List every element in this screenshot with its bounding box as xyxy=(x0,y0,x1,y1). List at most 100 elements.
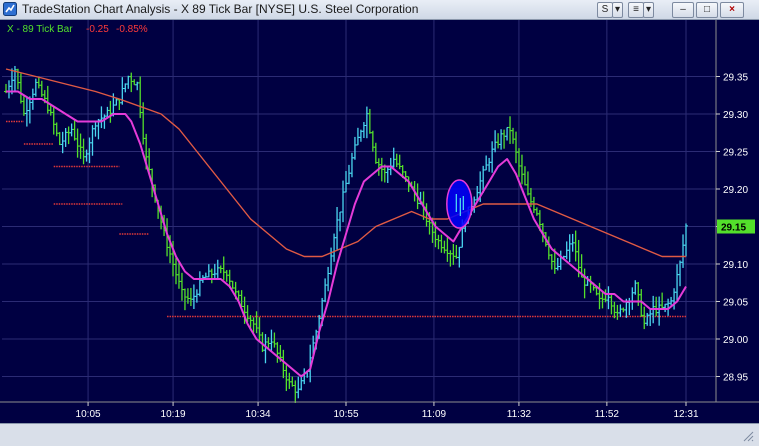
up-bar xyxy=(338,211,343,232)
x-tick-label: 11:09 xyxy=(422,409,447,420)
up-bar xyxy=(123,83,128,93)
down-bar xyxy=(176,262,181,289)
up-bar xyxy=(633,280,638,295)
chart-area[interactable]: 29.35 29.30 29.25 29.20 29.15 29.10 29.05 29.00… xyxy=(0,20,759,442)
up-bar xyxy=(93,121,98,137)
title-bar[interactable]: TradeStation Chart Analysis - X 89 Tick … xyxy=(0,0,759,20)
up-bar xyxy=(349,152,354,178)
down-bar xyxy=(174,257,178,285)
down-bar xyxy=(54,122,59,137)
down-bar xyxy=(534,207,539,216)
down-bar xyxy=(451,244,456,265)
up-bar xyxy=(341,180,346,223)
down-bar xyxy=(612,301,617,319)
up-bar xyxy=(296,376,301,399)
up-bar xyxy=(391,147,396,168)
down-bar xyxy=(514,131,518,164)
down-bar xyxy=(519,154,524,185)
down-bar xyxy=(272,332,277,348)
y-tick-label: 29.10 xyxy=(723,260,748,271)
down-bar xyxy=(573,230,578,262)
up-bar xyxy=(215,259,220,280)
y-tick-label: 29.25 xyxy=(723,148,748,159)
resize-grip-icon[interactable] xyxy=(742,430,754,442)
highlight-ellipse xyxy=(446,179,473,229)
down-bar xyxy=(442,240,447,254)
up-bar xyxy=(630,287,635,310)
highlight-group xyxy=(446,179,473,229)
down-bar xyxy=(511,127,516,144)
down-bar xyxy=(609,294,614,315)
down-bar xyxy=(45,85,50,114)
up-bar xyxy=(558,250,563,270)
status-bar xyxy=(0,423,759,446)
chart-window: TradeStation Chart Analysis - X 89 Tick … xyxy=(0,0,759,446)
down-bar xyxy=(51,106,56,135)
style-button[interactable]: S xyxy=(597,2,613,18)
up-bar xyxy=(675,264,680,303)
hide-dropdown-icon[interactable]: ▾ xyxy=(643,2,654,18)
up-bar xyxy=(361,122,366,138)
down-bar xyxy=(117,99,122,111)
down-bar xyxy=(370,130,375,152)
up-bar xyxy=(493,130,498,153)
down-bar xyxy=(78,133,83,159)
down-bar xyxy=(57,132,62,146)
legend-change: -0.25 xyxy=(86,24,109,35)
up-bar xyxy=(499,129,504,150)
down-bar xyxy=(287,372,292,389)
time-axis-background xyxy=(0,403,759,422)
down-bar xyxy=(72,119,77,141)
window-title: TradeStation Chart Analysis - X 89 Tick … xyxy=(22,2,419,16)
up-bar xyxy=(663,303,668,313)
up-bar xyxy=(197,271,202,297)
up-bar xyxy=(326,266,331,292)
down-bar xyxy=(502,129,507,149)
x-tick-label: 10:19 xyxy=(161,409,186,420)
legend: X - 89 Tick Bar -0.25 -0.85% xyxy=(7,24,148,35)
down-bar xyxy=(179,272,184,301)
down-bar xyxy=(182,288,187,311)
down-bar xyxy=(496,133,501,149)
hide-icon[interactable]: ≡ xyxy=(628,2,644,18)
y-tick-label: 29.35 xyxy=(723,73,748,84)
up-bar xyxy=(335,206,340,250)
y-tick-label: 29.20 xyxy=(723,185,748,196)
minimize-button[interactable]: – xyxy=(672,2,694,18)
app-icon xyxy=(3,2,17,16)
down-bar xyxy=(522,166,527,186)
down-bar xyxy=(531,196,536,214)
up-bar xyxy=(24,97,29,127)
x-tick-label: 12:31 xyxy=(673,409,698,420)
down-bar xyxy=(642,306,647,330)
up-bar xyxy=(269,329,274,352)
legend-change-pct: -0.85% xyxy=(116,24,148,35)
down-bar xyxy=(436,234,441,250)
down-bar xyxy=(224,270,229,282)
x-tick-label: 11:52 xyxy=(595,409,620,420)
price-chart[interactable]: 29.35 29.30 29.25 29.20 29.15 29.10 29.05 29.00… xyxy=(0,20,759,422)
up-bar xyxy=(126,75,131,89)
up-bar xyxy=(60,131,65,154)
down-bar xyxy=(525,171,530,196)
down-bar xyxy=(108,100,113,123)
maximize-button[interactable]: □ xyxy=(696,2,718,18)
up-bar xyxy=(194,289,199,303)
down-bar xyxy=(508,116,513,144)
style-dropdown-icon[interactable]: ▾ xyxy=(612,2,623,18)
down-bar xyxy=(75,128,80,158)
up-bar xyxy=(484,155,489,171)
down-bar xyxy=(18,73,23,104)
grid-lines xyxy=(2,20,716,402)
up-bar xyxy=(657,296,662,326)
up-bar xyxy=(364,106,369,139)
down-bar xyxy=(582,268,587,299)
down-bar xyxy=(367,108,372,134)
close-button[interactable]: × xyxy=(720,2,744,18)
axes: 29.35 29.30 29.25 29.20 29.15 29.10 29.05 29.00… xyxy=(0,20,759,422)
up-bar xyxy=(355,127,360,146)
up-bar xyxy=(346,164,351,185)
down-bar xyxy=(373,142,378,164)
up-bar xyxy=(648,308,653,327)
down-bar xyxy=(188,287,193,307)
